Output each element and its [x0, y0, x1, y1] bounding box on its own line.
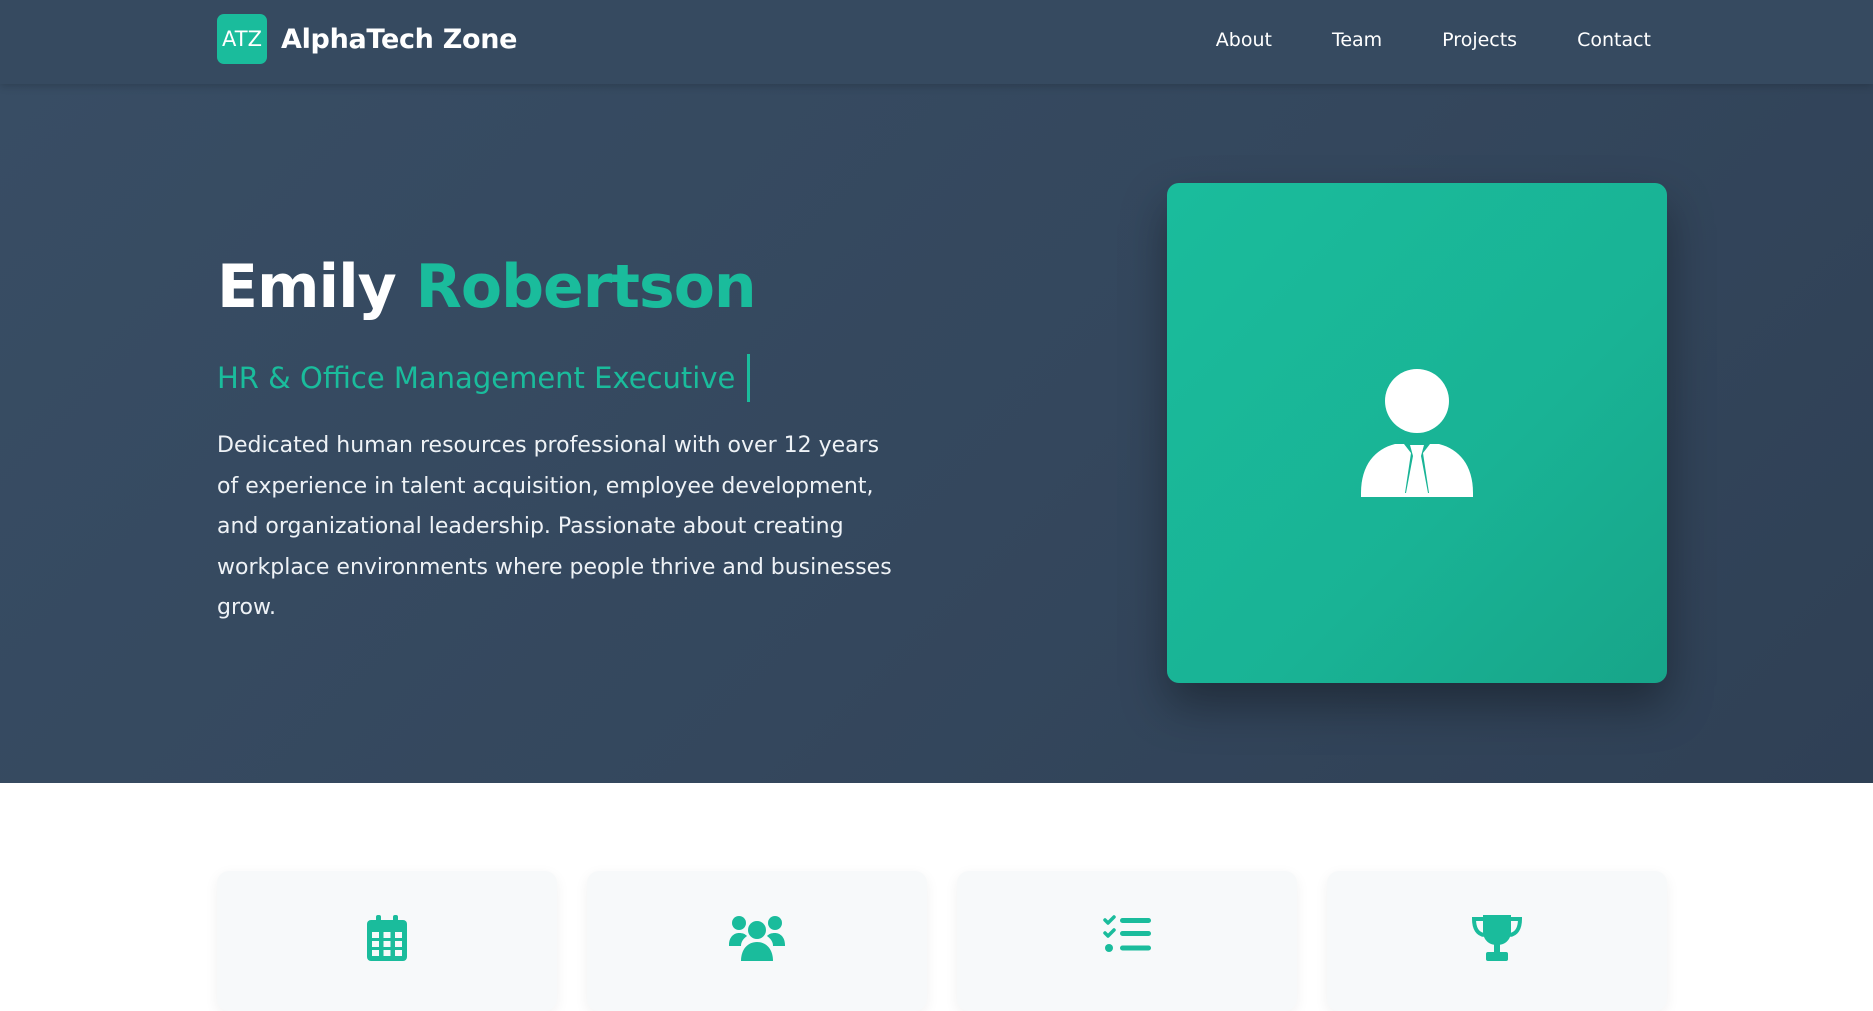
feature-card-users — [587, 871, 927, 1011]
feature-card-trophy — [1327, 871, 1667, 1011]
hero-section: Emily Robertson HR & Office Management E… — [0, 84, 1873, 783]
nav-link-about[interactable]: About — [1216, 29, 1272, 51]
hero-last-name: Robertson — [415, 252, 757, 322]
features-section — [0, 783, 1873, 1011]
feature-card-tasks — [957, 871, 1297, 1011]
brand-logo[interactable]: ATZ AlphaTech Zone — [217, 14, 517, 64]
hero-description: Dedicated human resources professional w… — [217, 433, 892, 620]
trophy-icon — [1471, 915, 1523, 961]
calendar-icon — [367, 915, 407, 961]
top-navbar: ATZ AlphaTech Zone About Team Projects C… — [0, 0, 1873, 84]
users-icon — [729, 916, 785, 961]
brand-name: AlphaTech Zone — [281, 23, 518, 55]
nav-link-projects[interactable]: Projects — [1442, 29, 1517, 51]
feature-card-calendar — [217, 871, 557, 1011]
hero-first-name: Emily — [217, 252, 397, 322]
profile-avatar-card — [1167, 183, 1667, 683]
tasks-icon — [1103, 915, 1151, 952]
user-tie-icon — [1361, 369, 1473, 497]
hero-role: HR & Office Management Executive — [217, 354, 751, 402]
typing-cursor — [747, 354, 751, 402]
nav-link-team[interactable]: Team — [1332, 29, 1382, 51]
brand-badge: ATZ — [217, 14, 267, 64]
hero-name: Emily Robertson — [217, 252, 757, 322]
nav-menu: About Team Projects Contact — [1156, 0, 1651, 80]
nav-link-contact[interactable]: Contact — [1577, 29, 1651, 51]
hero-role-text: HR & Office Management Executive — [217, 361, 736, 395]
